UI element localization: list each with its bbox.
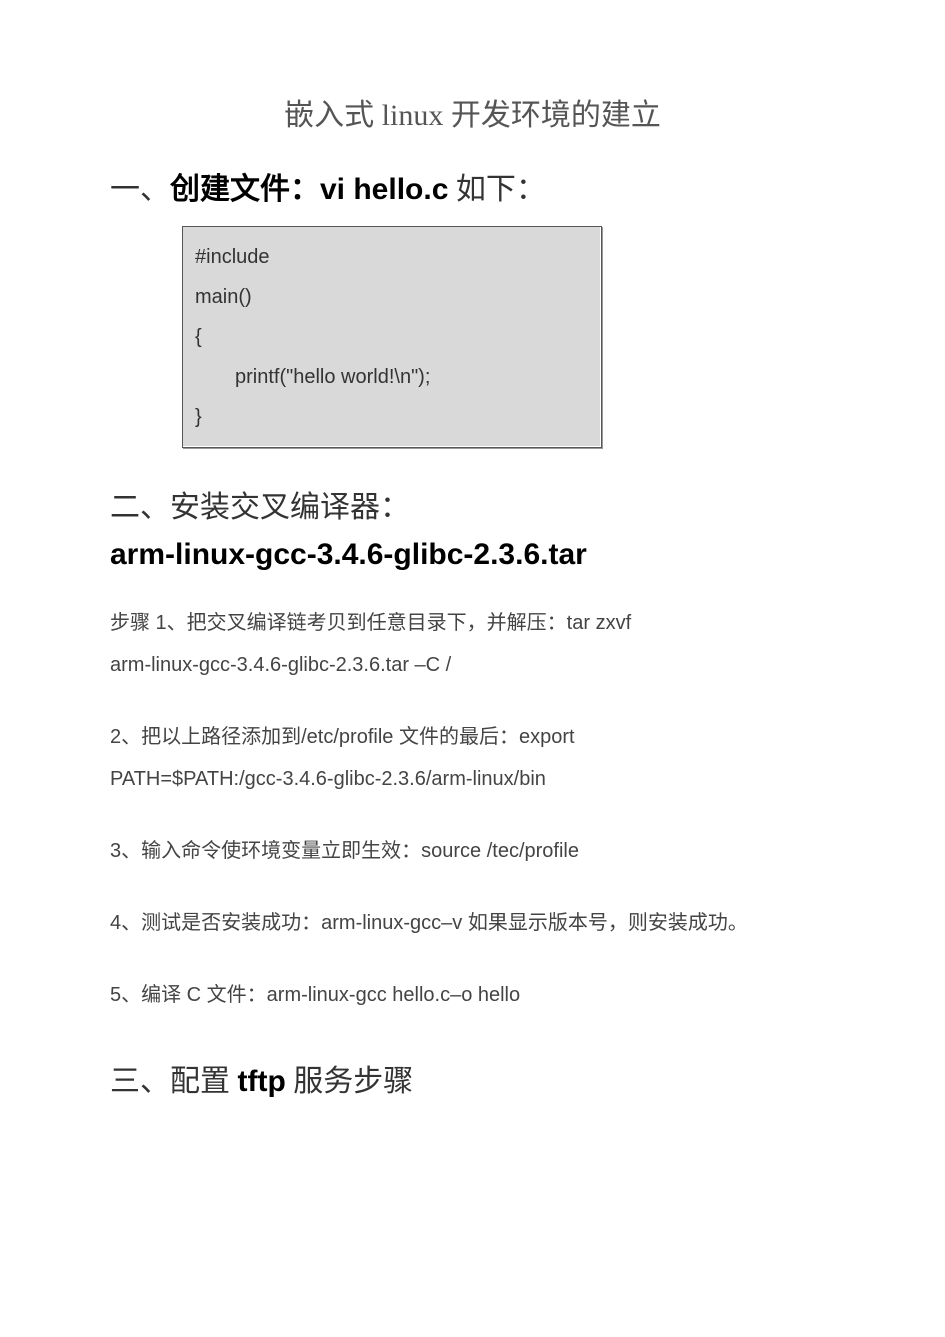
section-1-suffix: 如下： xyxy=(448,173,546,206)
step-1a: 步骤 1、把交叉编译链考贝到任意目录下，并解压：tar zxvf xyxy=(110,612,631,634)
section-1-bold: 创建文件：vi hello.c xyxy=(170,173,448,206)
code-line-3: { xyxy=(195,317,589,357)
section-3-prefix: 三、配置 xyxy=(110,1065,238,1098)
code-line-5: } xyxy=(195,397,589,437)
step-1b: arm-linux-gcc-3.4.6-glibc-2.3.6.tar –C / xyxy=(110,654,451,676)
code-line-1: #include xyxy=(195,237,589,277)
step-4: 4、测试是否安装成功：arm-linux-gcc–v 如果显示版本号，则安装成功… xyxy=(110,902,835,944)
step-3: 3、输入命令使环境变量立即生效：source /tec/profile xyxy=(110,830,835,872)
step-2a: 2、把以上路径添加到/etc/profile 文件的最后：export xyxy=(110,726,575,748)
step-2b: PATH=$PATH:/gcc-3.4.6-glibc-2.3.6/arm-li… xyxy=(110,768,546,790)
section-1-heading: 一、创建文件：vi hello.c 如下： xyxy=(110,164,835,208)
page-title: 嵌入式 linux 开发环境的建立 xyxy=(110,90,835,134)
code-line-4: printf("hello world!\n"); xyxy=(195,357,589,397)
section-2-heading-file: arm-linux-gcc-3.4.6-glibc-2.3.6.tar xyxy=(110,538,835,572)
code-box: #include main() { printf("hello world!\n… xyxy=(182,226,602,448)
step-2: 2、把以上路径添加到/etc/profile 文件的最后：export PATH… xyxy=(110,716,835,800)
section-3-bold: tftp xyxy=(238,1065,286,1098)
section-3-suffix: 服务步骤 xyxy=(286,1065,414,1098)
section-1-prefix: 一、 xyxy=(110,173,170,206)
step-1: 步骤 1、把交叉编译链考贝到任意目录下，并解压：tar zxvf arm-lin… xyxy=(110,602,835,686)
code-line-2: main() xyxy=(195,277,589,317)
section-3-heading: 三、配置 tftp 服务步骤 xyxy=(110,1056,835,1100)
section-2-heading-cn: 二、安装交叉编译器： xyxy=(110,482,835,526)
document-page: 嵌入式 linux 开发环境的建立 一、创建文件：vi hello.c 如下： … xyxy=(0,0,945,1160)
step-5: 5、编译 C 文件：arm-linux-gcc hello.c–o hello xyxy=(110,974,835,1016)
